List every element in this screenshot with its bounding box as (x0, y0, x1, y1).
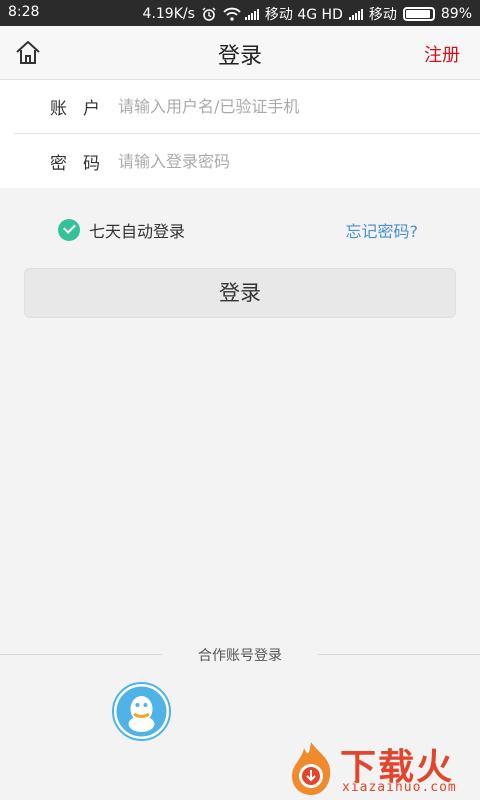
flame-logo-icon (292, 742, 331, 795)
qq-icon (116, 686, 167, 737)
signal-icon (244, 8, 259, 20)
network-speed: 4.19K/s (142, 6, 195, 22)
status-bar: 8:28 4.19K/s 移动 4G HD 移动 89% (0, 0, 480, 26)
battery-icon (402, 7, 435, 21)
carrier-2: 移动 (368, 7, 397, 23)
divider-line-right (318, 654, 480, 655)
app-header: 登录 注册 (0, 26, 480, 80)
password-input[interactable] (118, 151, 480, 171)
partner-login-divider: 合作账号登录 (0, 640, 480, 668)
login-button[interactable]: 登录 (24, 268, 456, 318)
password-row: 密码 (14, 134, 480, 188)
status-time: 8:28 (8, 4, 40, 20)
qq-login-button[interactable] (112, 682, 171, 741)
alarm-icon (201, 7, 217, 21)
password-label: 密码 (50, 153, 116, 174)
carrier-1: 移动 4G HD (264, 7, 343, 23)
wifi-icon (223, 7, 241, 21)
battery-percent: 89% (440, 6, 472, 22)
watermark-logo: 下载火 xiazaihuo.com (282, 736, 480, 800)
signal-icon-2 (348, 8, 363, 20)
page-title: 登录 (217, 44, 262, 69)
forgot-password-link[interactable]: 忘记密码? (346, 218, 419, 242)
account-row: 账户 (14, 80, 480, 134)
auto-login-checkbox[interactable] (58, 219, 80, 241)
login-options: 七天自动登录 忘记密码? (0, 208, 480, 248)
auto-login-label[interactable]: 七天自动登录 (89, 218, 185, 242)
watermark-subtext: xiazaihuo.com (342, 780, 457, 795)
status-right: 4.19K/s 移动 4G HD 移动 89% (143, 4, 472, 24)
partner-login-label: 合作账号登录 (198, 648, 282, 664)
register-link[interactable]: 注册 (424, 41, 460, 67)
account-label: 账户 (50, 99, 116, 119)
login-form: 账户 密码 (0, 80, 480, 188)
account-input[interactable] (118, 97, 480, 116)
